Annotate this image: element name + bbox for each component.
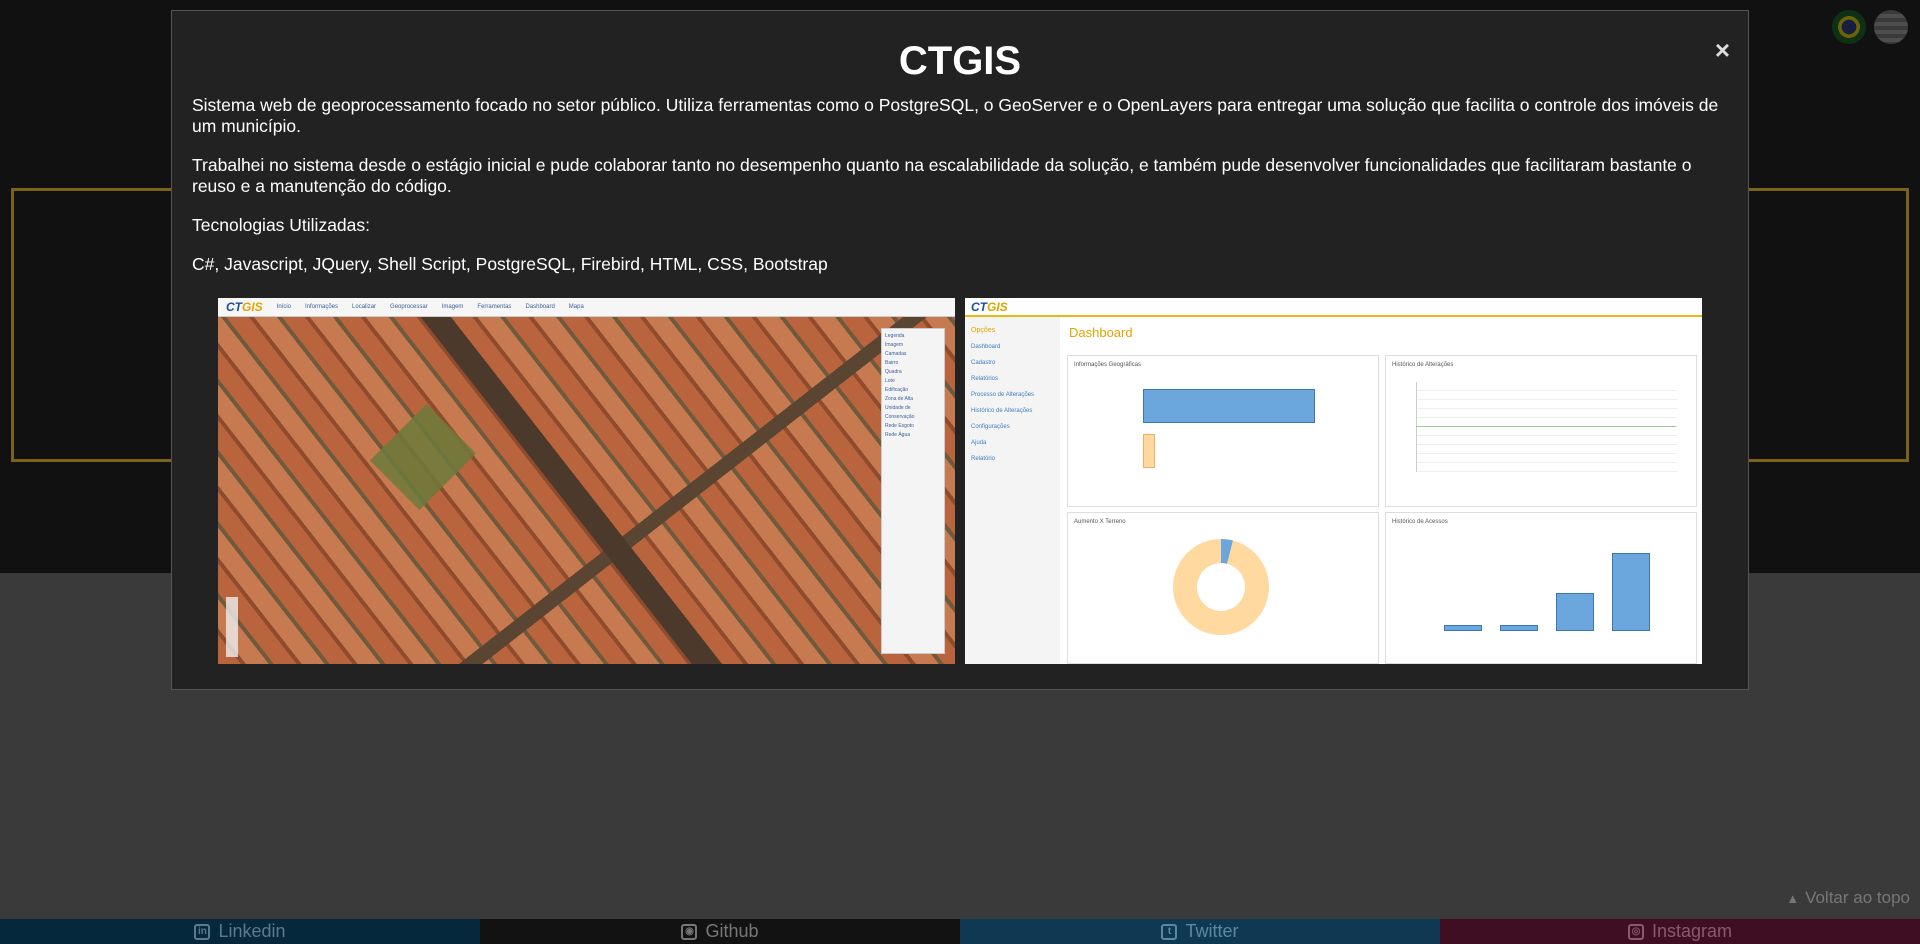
- map-screenshot: CTGIS Início Informações Localizar Geopr…: [218, 298, 955, 664]
- modal-description: Sistema web de geoprocessamento focado n…: [192, 95, 1728, 293]
- nav-item: Imagem: [441, 304, 464, 310]
- ctgis-logo: CTGIS: [226, 300, 263, 314]
- dashboard-screenshot: CTGIS Opções Dashboard Cadastro Relatóri…: [965, 298, 1702, 664]
- github-link[interactable]: ◉ Github: [480, 919, 960, 944]
- chevron-up-icon: ▲: [1786, 891, 1800, 906]
- bar: [1500, 625, 1538, 631]
- map-legend-panel: Legenda Imagem Camadas Bairro Quadra Lot…: [881, 328, 945, 654]
- twitter-icon: t: [1161, 923, 1178, 940]
- technologies-list: C#, Javascript, JQuery, Shell Script, Po…: [192, 254, 828, 274]
- nav-item: Localizar: [352, 304, 377, 310]
- nav-item: Início: [276, 304, 292, 310]
- bar: [1444, 625, 1482, 631]
- back-to-top-link[interactable]: ▲ Voltar ao topo: [1786, 888, 1910, 908]
- dashboard-title: Dashboard: [1069, 325, 1133, 340]
- modal-title: CTGIS: [898, 39, 1022, 83]
- bar: [1556, 593, 1594, 631]
- ctgis-logo: CTGIS: [971, 299, 1008, 314]
- dashboard-sidebar: Opções Dashboard Cadastro Relatórios Pro…: [965, 317, 1060, 664]
- nav-item: Ferramentas: [477, 304, 512, 310]
- usa-flag-icon[interactable]: [1874, 10, 1908, 44]
- close-icon[interactable]: ×: [1715, 35, 1730, 66]
- linkedin-icon: in: [194, 923, 211, 940]
- social-links-bar: in Linkedin ◉ Github t Twitter ◎ Instagr…: [0, 919, 1920, 944]
- nav-item: Geoprocessar: [390, 304, 428, 310]
- nav-item: Dashboard: [525, 304, 555, 310]
- bar: [1612, 553, 1650, 631]
- project-screenshots: CTGIS Início Informações Localizar Geopr…: [218, 298, 1702, 664]
- brazil-flag-icon[interactable]: [1832, 10, 1866, 44]
- nav-item: Informações: [305, 304, 339, 310]
- linkedin-link[interactable]: in Linkedin: [0, 919, 480, 944]
- instagram-icon: ◎: [1627, 923, 1644, 940]
- technologies-heading: Tecnologias Utilizadas:: [192, 215, 371, 235]
- chart-grid: [1416, 382, 1677, 472]
- donut-chart: [1173, 539, 1269, 635]
- dashboard-navbar: CTGIS: [965, 298, 1702, 317]
- chart-series-line: [1416, 426, 1676, 427]
- language-switcher: [1832, 10, 1908, 44]
- description-paragraph: Sistema web de geoprocessamento focado n…: [192, 95, 1719, 136]
- twitter-link[interactable]: t Twitter: [960, 919, 1440, 944]
- access-history-panel: Histórico de Acessos: [1385, 512, 1697, 664]
- map-green-area: [369, 403, 477, 511]
- nav-item: Mapa: [568, 304, 584, 310]
- bar: [1143, 389, 1315, 423]
- description-paragraph: Trabalhei no sistema desde o estágio ini…: [192, 155, 1692, 196]
- github-icon: ◉: [681, 923, 698, 940]
- instagram-link[interactable]: ◎ Instagram: [1440, 919, 1920, 944]
- map-zoom-controls: [226, 597, 238, 657]
- project-modal: CTGIS × Sistema web de geoprocessamento …: [171, 10, 1749, 690]
- bar: [1143, 434, 1155, 468]
- geo-info-panel: Informações Geográficas: [1067, 355, 1379, 507]
- increase-vs-land-panel: Aumento X Terreno: [1067, 512, 1379, 664]
- aerial-map-image: [218, 317, 955, 664]
- history-changes-panel: Histórico de Alterações: [1385, 355, 1697, 507]
- map-app-navbar: CTGIS Início Informações Localizar Geopr…: [218, 298, 955, 317]
